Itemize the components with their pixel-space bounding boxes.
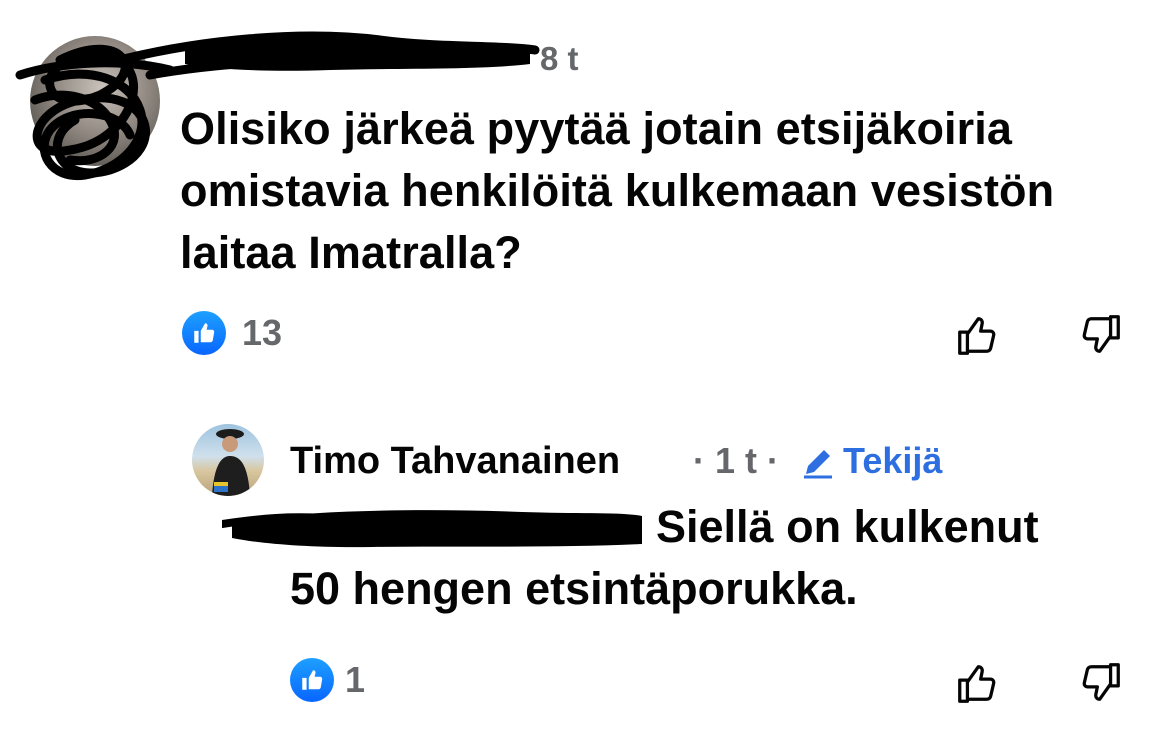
thumbs-up-badge-icon <box>302 670 323 690</box>
thumbs-up-badge-icon <box>194 323 215 343</box>
author-badge: Tekijä <box>843 440 943 481</box>
reply-like-button[interactable] <box>954 660 1000 706</box>
commenter-avatar[interactable] <box>30 36 160 166</box>
reply-dislike-button[interactable] <box>1078 660 1124 706</box>
redacted-author-name <box>185 37 530 71</box>
reply-reaction-badge-icon[interactable] <box>290 658 334 702</box>
reply-author-avatar[interactable] <box>192 424 264 496</box>
comment-timestamp[interactable]: 8 t <box>540 40 579 78</box>
like-button[interactable] <box>954 312 1000 358</box>
reaction-badge-icon[interactable] <box>182 311 226 355</box>
dislike-button[interactable] <box>1078 312 1124 358</box>
reply-text-line-2: 50 hengen etsintäporukka. <box>290 563 858 614</box>
reaction-count[interactable]: 13 <box>242 311 282 355</box>
reply-text-line-1: Siellä on kulkenut <box>656 501 1039 552</box>
redacted-mention <box>222 510 642 548</box>
reply-reaction-count[interactable]: 1 <box>345 658 365 702</box>
reply-timestamp[interactable]: · 1 t · <box>693 438 779 484</box>
person-avatar-image <box>212 429 250 496</box>
pencil-icon <box>804 450 832 479</box>
comment-text: Olisiko järkeä pyytää jotain etsijäkoiri… <box>180 103 1055 278</box>
reply-author-name[interactable]: Timo Tahvanainen <box>290 438 620 484</box>
comment-thread: 8 t Olisiko järkeä pyytää jotain etsijäk… <box>0 0 1170 735</box>
